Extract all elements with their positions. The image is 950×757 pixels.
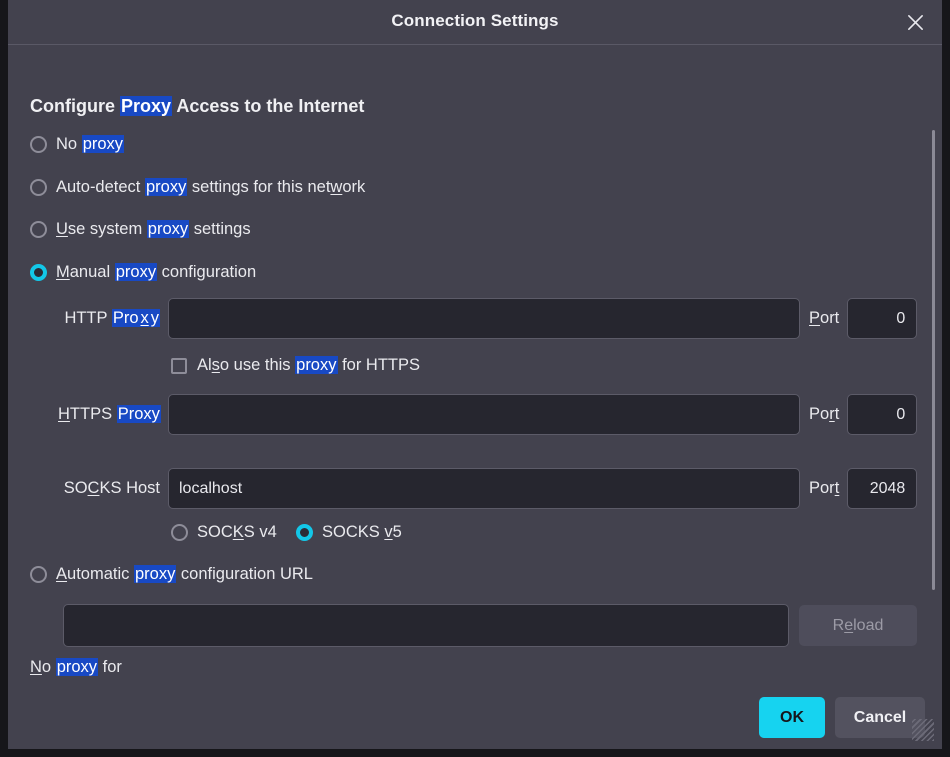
https-proxy-input[interactable] bbox=[168, 394, 800, 435]
radio-row-manual[interactable]: Manual proxy configuration bbox=[30, 263, 256, 282]
also-https-row[interactable]: Also use this proxy for HTTPS bbox=[171, 356, 420, 375]
page-title-highlight: Proxy bbox=[120, 96, 173, 116]
socks-host-input[interactable] bbox=[168, 468, 800, 509]
reload-button[interactable]: Reload bbox=[799, 605, 917, 646]
radio-socks-v4[interactable] bbox=[171, 524, 188, 541]
https-port-label: Port bbox=[809, 405, 840, 423]
pac-url-input[interactable] bbox=[63, 604, 789, 647]
https-proxy-row: HTTPS Proxy Port bbox=[58, 394, 918, 435]
close-icon[interactable] bbox=[900, 7, 930, 37]
http-port-input[interactable] bbox=[847, 298, 918, 339]
http-proxy-label: HTTP Pro x y bbox=[64, 309, 160, 327]
https-port-input[interactable] bbox=[847, 394, 918, 435]
dialog: Connection Settings Configure Proxy Acce… bbox=[8, 0, 942, 749]
titlebar: Connection Settings bbox=[8, 0, 942, 45]
dialog-footer: OK Cancel bbox=[8, 686, 942, 749]
radio-row-use-system[interactable]: Use system proxy settings bbox=[30, 220, 251, 239]
radio-label-no-proxy: No proxy bbox=[56, 135, 125, 153]
radio-auto-detect[interactable] bbox=[30, 179, 47, 196]
radio-manual[interactable] bbox=[30, 264, 47, 281]
radio-no-proxy[interactable] bbox=[30, 136, 47, 153]
radio-socks-v5[interactable] bbox=[296, 524, 313, 541]
radio-row-no-proxy[interactable]: No proxy bbox=[30, 135, 125, 154]
radio-label-use-system: Use system proxy settings bbox=[56, 220, 251, 238]
socks-host-label: SOCKS Host bbox=[63, 479, 160, 497]
http-port-label: Port bbox=[809, 309, 840, 327]
page-title-pre: Configure bbox=[30, 96, 120, 116]
vertical-scrollbar[interactable] bbox=[932, 108, 936, 686]
radio-use-system[interactable] bbox=[30, 221, 47, 238]
window-title: Connection Settings bbox=[391, 11, 559, 30]
connection-settings-window: Connection Settings Configure Proxy Acce… bbox=[0, 0, 950, 757]
socks-host-row: SOCKS Host Port bbox=[58, 468, 918, 509]
radio-row-auto-detect[interactable]: Auto-detect proxy settings for this netw… bbox=[30, 178, 365, 197]
socks-v5-row[interactable]: SOCKS v5 bbox=[296, 523, 402, 542]
close-icon-glyph bbox=[907, 14, 923, 30]
socks-port-label: Port bbox=[809, 479, 840, 497]
pac-url-row: Reload bbox=[63, 604, 917, 647]
socks-v4-row[interactable]: SOCKS v4 bbox=[171, 523, 277, 542]
ok-button[interactable]: OK bbox=[759, 697, 825, 738]
radio-label-manual: Manual proxy configuration bbox=[56, 263, 257, 281]
no-proxy-for-label-row: No proxy for bbox=[30, 658, 122, 677]
window-border-bottom bbox=[0, 749, 950, 757]
page-title: Configure Proxy Access to the Internet bbox=[30, 96, 364, 117]
https-proxy-label: HTTPS Proxy bbox=[58, 405, 161, 423]
page-title-post: Access to the Internet bbox=[172, 96, 365, 116]
http-proxy-input[interactable] bbox=[168, 298, 800, 339]
http-proxy-row: HTTP Pro x y Port bbox=[64, 298, 918, 339]
also-https-label: Also use this proxy for HTTPS bbox=[197, 356, 421, 374]
radio-label-socks-v5: SOCKS v5 bbox=[322, 523, 402, 541]
radio-automatic-url[interactable] bbox=[30, 566, 47, 583]
vertical-scrollbar-thumb[interactable] bbox=[932, 130, 935, 590]
window-border-left bbox=[0, 0, 8, 757]
radio-label-automatic-url: Automatic proxy configuration URL bbox=[56, 565, 313, 583]
radio-label-auto-detect: Auto-detect proxy settings for this netw… bbox=[56, 178, 366, 196]
radio-label-socks-v4: SOCKS v4 bbox=[197, 523, 277, 541]
radio-row-automatic-url[interactable]: Automatic proxy configuration URL bbox=[30, 565, 313, 584]
settings-scroll-area[interactable]: Configure Proxy Access to the Internet N… bbox=[8, 46, 942, 686]
window-border-right bbox=[942, 0, 950, 757]
socks-port-input[interactable] bbox=[847, 468, 918, 509]
also-https-checkbox[interactable] bbox=[171, 357, 187, 374]
resize-grip[interactable] bbox=[912, 719, 934, 741]
no-proxy-for-label: No proxy for bbox=[30, 658, 122, 676]
